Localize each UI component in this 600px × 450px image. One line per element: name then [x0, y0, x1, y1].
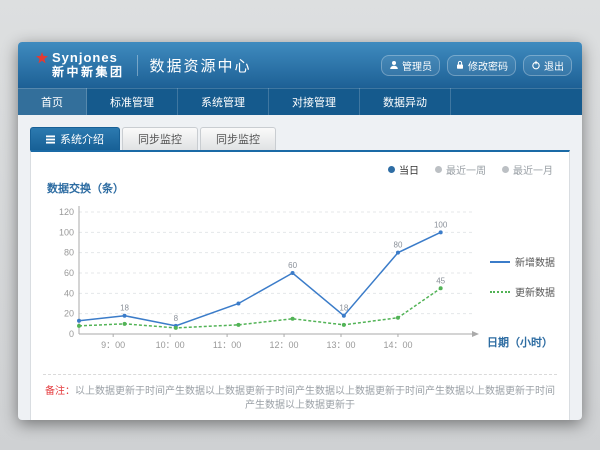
tab-sync-monitor-1[interactable]: 同步监控 [122, 127, 198, 150]
user-toolbar: 管理员 修改密码 退出 [381, 55, 572, 76]
user-label: 管理员 [402, 58, 432, 73]
footnote: 备注：以上数据更新于时间产生数据以上数据更新于时间产生数据以上数据更新于时间产生… [43, 374, 557, 413]
x-axis-title: 日期（小时） [487, 334, 553, 350]
tab-sync-monitor-2[interactable]: 同步监控 [200, 127, 276, 150]
tab-bar: 系统介绍 同步监控 同步监控 [30, 127, 570, 150]
filter-today[interactable]: 当日 [388, 162, 419, 177]
filter-label: 当日 [399, 162, 419, 177]
dashed-line-sample-icon [490, 291, 510, 293]
desktop-background: Synjones 新中新集团 数据资源中心 管理员 [0, 0, 600, 450]
series-label: 新增数据 [515, 254, 555, 269]
svg-text:80: 80 [394, 241, 403, 250]
chart-area: 0 20 40 60 80 100 120 9：00 10：00 11：00 12：00 13：00 1… [43, 198, 557, 366]
legend-item-update-data[interactable]: 更新数据 [490, 284, 555, 299]
svg-text:13：00: 13：00 [326, 340, 355, 350]
today-dot-icon [388, 166, 395, 173]
svg-text:80: 80 [64, 248, 74, 258]
user-icon [389, 60, 399, 70]
nav-item-standard-mgmt[interactable]: 标准管理 [87, 88, 178, 115]
line-chart: 0 20 40 60 80 100 120 9：00 10：00 11：00 12：00 13：00 1… [43, 198, 488, 360]
brand-text: Synjones 新中新集团 [52, 51, 125, 80]
filter-last-week[interactable]: 最近一周 [435, 162, 486, 177]
logout-label: 退出 [544, 58, 564, 73]
logo-star-icon [36, 52, 48, 64]
svg-text:40: 40 [64, 288, 74, 298]
logout-button[interactable]: 退出 [523, 55, 572, 76]
nav-item-system-mgmt[interactable]: 系统管理 [178, 88, 269, 115]
range-filter-legend: 当日 最近一周 最近一月 [43, 160, 557, 177]
series-legend: 新增数据 更新数据 [490, 254, 555, 299]
svg-text:10：00: 10：00 [156, 340, 185, 350]
content-area: 系统介绍 同步监控 同步监控 当日 最近一周 [18, 115, 582, 420]
svg-text:14：00: 14：00 [383, 340, 412, 350]
last-month-dot-icon [502, 166, 509, 173]
svg-text:60: 60 [288, 261, 297, 270]
nav-item-data-change[interactable]: 数据异动 [360, 88, 451, 115]
brand-name: Synjones [52, 51, 125, 65]
app-window: Synjones 新中新集团 数据资源中心 管理员 [18, 42, 582, 420]
svg-text:18: 18 [120, 304, 129, 313]
app-header: Synjones 新中新集团 数据资源中心 管理员 [18, 42, 582, 88]
svg-text:100: 100 [434, 220, 448, 229]
tab-system-intro[interactable]: 系统介绍 [30, 127, 120, 150]
change-password-button[interactable]: 修改密码 [447, 55, 516, 76]
user-menu-button[interactable]: 管理员 [381, 55, 440, 76]
svg-text:120: 120 [59, 207, 74, 217]
svg-text:45: 45 [436, 276, 445, 285]
lock-icon [455, 60, 465, 70]
svg-text:0: 0 [69, 329, 74, 339]
power-icon [531, 60, 541, 70]
footnote-label: 备注： [45, 386, 75, 397]
filter-last-month[interactable]: 最近一月 [502, 162, 553, 177]
nav-item-home[interactable]: 首页 [18, 88, 87, 115]
app-title: 数据资源中心 [137, 55, 252, 76]
svg-text:11：00: 11：00 [213, 340, 241, 350]
svg-text:9：00: 9：00 [101, 340, 125, 350]
tab-label: 系统介绍 [60, 131, 104, 147]
tab-label: 同步监控 [138, 131, 182, 147]
svg-text:8: 8 [174, 314, 179, 323]
filter-label: 最近一周 [446, 162, 486, 177]
main-nav: 首页 标准管理 系统管理 对接管理 数据异动 [18, 88, 582, 115]
nav-item-connection-mgmt[interactable]: 对接管理 [269, 88, 360, 115]
footnote-text: 以上数据更新于时间产生数据以上数据更新于时间产生数据以上数据更新于时间产生数据以… [75, 386, 555, 411]
brand-subtitle: 新中新集团 [52, 65, 125, 80]
list-icon [46, 135, 55, 144]
svg-text:18: 18 [339, 304, 348, 313]
last-week-dot-icon [435, 166, 442, 173]
brand-logo: Synjones 新中新集团 [28, 51, 125, 80]
svg-text:12：00: 12：00 [270, 340, 299, 350]
chart-panel: 当日 最近一周 最近一月 数据交换（条） 0 20 40 60 80 100 120 9：00… [30, 150, 570, 420]
svg-text:60: 60 [64, 268, 74, 278]
svg-text:100: 100 [59, 227, 74, 237]
solid-line-sample-icon [490, 261, 510, 263]
legend-item-new-data[interactable]: 新增数据 [490, 254, 555, 269]
svg-text:20: 20 [64, 309, 74, 319]
change-password-label: 修改密码 [468, 58, 508, 73]
tab-label: 同步监控 [216, 131, 260, 147]
series-label: 更新数据 [515, 284, 555, 299]
y-axis-title: 数据交换（条） [47, 180, 557, 196]
filter-label: 最近一月 [513, 162, 553, 177]
